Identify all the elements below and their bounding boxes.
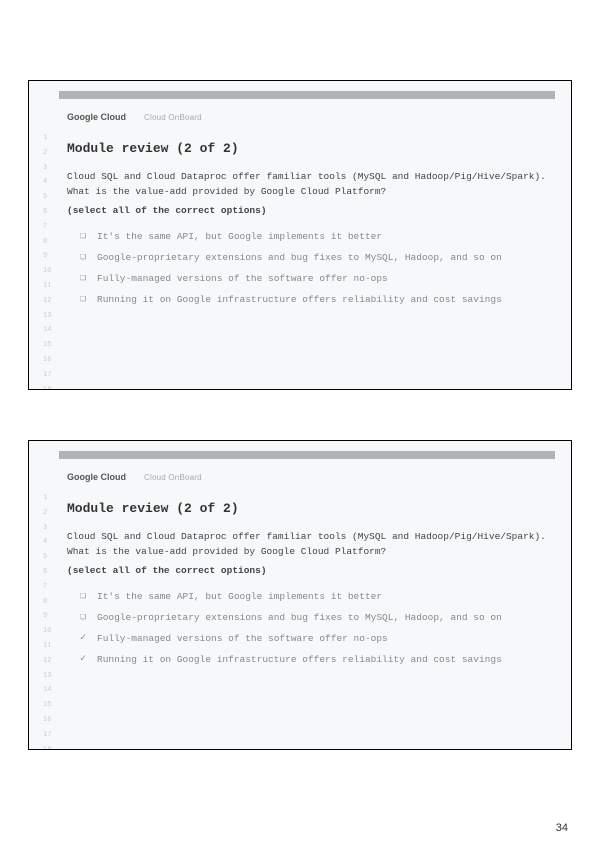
question-text: Cloud SQL and Cloud Dataproc offer famil… [67,530,551,559]
option-4: ✓ Running it on Google infrastructure of… [77,653,551,667]
option-2: ❏ Google-proprietary extensions and bug … [77,251,551,265]
page-number: 34 [556,822,568,834]
checkbox-icon: ❏ [77,590,89,604]
options-list: ❏ It's the same API, but Google implemen… [77,230,551,307]
checkmark-icon: ✓ [77,653,89,667]
line-numbers: 123456789101112131415161718 [43,131,51,390]
brand-onboard: Cloud OnBoard [144,113,202,122]
checkbox-icon: ❏ [77,230,89,244]
decorative-bar [59,91,555,99]
slide-1: Google Cloud Cloud OnBoard 1234567891011… [28,80,572,390]
options-list: ❏ It's the same API, but Google implemen… [77,590,551,667]
brand-google-cloud: Google Cloud [67,467,126,485]
option-1: ❏ It's the same API, but Google implemen… [77,590,551,604]
checkbox-icon: ❏ [77,272,89,286]
instruction-text: (select all of the correct options) [67,205,551,216]
decorative-bar [59,451,555,459]
option-2: ❏ Google-proprietary extensions and bug … [77,611,551,625]
slide-title: Module review (2 of 2) [67,501,571,516]
question-text: Cloud SQL and Cloud Dataproc offer famil… [67,170,551,199]
slide-title: Module review (2 of 2) [67,141,571,156]
brand-onboard: Cloud OnBoard [144,473,202,482]
brand-row: Google Cloud Cloud OnBoard [67,107,571,125]
option-3: ✓ Fully-managed versions of the software… [77,632,551,646]
instruction-text: (select all of the correct options) [67,565,551,576]
checkbox-icon: ❏ [77,611,89,625]
line-numbers: 123456789101112131415161718 [43,491,51,750]
brand-row: Google Cloud Cloud OnBoard [67,467,571,485]
brand-google-cloud: Google Cloud [67,107,126,125]
checkbox-icon: ❏ [77,293,89,307]
checkbox-icon: ❏ [77,251,89,265]
option-1: ❏ It's the same API, but Google implemen… [77,230,551,244]
checkmark-icon: ✓ [77,632,89,646]
option-4: ❏ Running it on Google infrastructure of… [77,293,551,307]
slide-2: Google Cloud Cloud OnBoard 1234567891011… [28,440,572,750]
option-3: ❏ Fully-managed versions of the software… [77,272,551,286]
